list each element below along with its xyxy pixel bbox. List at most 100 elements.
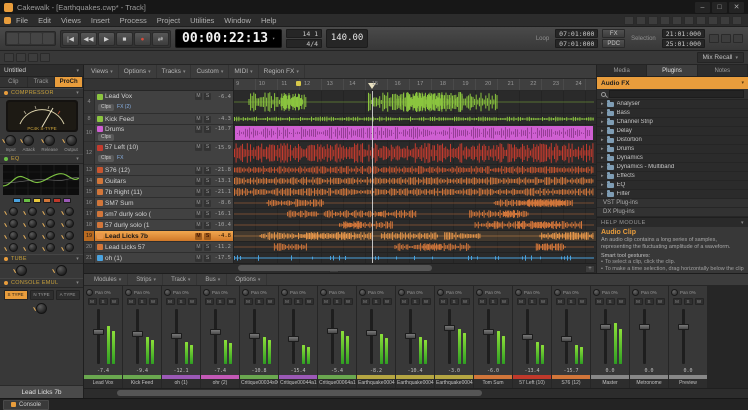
toolbar-icon[interactable] <box>28 53 38 62</box>
trackview-menu-options[interactable]: Options▾ <box>119 65 157 78</box>
strip-solo-button[interactable]: S <box>216 298 225 305</box>
mixer-strip-metronome[interactable]: Pan 0%MSW0.0Metronome <box>630 286 669 388</box>
strip-write-button[interactable]: W <box>422 298 431 305</box>
strip-write-button[interactable]: W <box>227 298 236 305</box>
strip-mute-button[interactable]: M <box>361 298 370 305</box>
track-header-lead-licks-7b[interactable]: 19Lead Licks 7bMS-4.8 <box>84 231 233 242</box>
fader-handle[interactable] <box>171 333 182 339</box>
track-lane-guitars[interactable] <box>234 176 596 187</box>
time-ruler[interactable]: 9101112131415161718192021222324 <box>234 79 596 91</box>
pan-knob[interactable] <box>320 289 327 296</box>
mix-recall-selector[interactable]: Mix Recall ▾ <box>697 52 745 63</box>
solo-button[interactable]: S <box>204 211 211 218</box>
strip-mute-button[interactable]: M <box>166 298 175 305</box>
strip-write-button[interactable]: W <box>149 298 158 305</box>
strip-write-button[interactable]: W <box>539 298 548 305</box>
fx-category-distortion[interactable]: ▸Distortion <box>597 136 748 145</box>
eq-knob[interactable] <box>46 219 55 228</box>
module-enable-led[interactable] <box>4 257 8 261</box>
fx-category-dynamics[interactable]: ▸Dynamics <box>597 154 748 163</box>
fader-handle[interactable] <box>132 331 143 337</box>
mixer-strip-critique00064a1z[interactable]: Pan 0%MSW-5.4Critique00064a1z <box>318 286 357 388</box>
track-lane-7b-right-11[interactable] <box>234 187 596 198</box>
console-type-button-a-type[interactable]: A TYPE <box>56 290 80 300</box>
strip-mute-button[interactable]: M <box>322 298 331 305</box>
strip-mute-button[interactable]: M <box>127 298 136 305</box>
mixer-strip-ohr-2[interactable]: Pan 0%MSW-7.4ohr (2) <box>201 286 240 388</box>
edit-tool-icon[interactable] <box>19 33 30 44</box>
fx-rack-label[interactable]: FX (2) <box>117 104 131 110</box>
strip-write-button[interactable]: W <box>188 298 197 305</box>
strip-mute-button[interactable]: M <box>400 298 409 305</box>
fader-handle[interactable] <box>249 333 260 339</box>
track-lane-sm7-durly-solo[interactable] <box>234 209 596 220</box>
mixer-strip-preview[interactable]: Pan 0%MSW0.0Preview <box>669 286 708 388</box>
meter-display[interactable]: 4/4 <box>286 39 322 48</box>
strip-write-button[interactable]: W <box>266 298 275 305</box>
strip-solo-button[interactable]: S <box>684 298 693 305</box>
zoom-in-button[interactable]: + <box>585 265 595 273</box>
fader-handle[interactable] <box>600 324 611 330</box>
search-input[interactable] <box>609 90 744 98</box>
pdc-button[interactable]: PDC <box>602 39 625 48</box>
plugin-layer-vst-plug-ins[interactable]: VST Plug-ins <box>597 199 748 208</box>
volume-fader[interactable] <box>357 307 395 366</box>
eq-knob[interactable] <box>65 219 74 228</box>
module-enable-led[interactable] <box>4 91 8 95</box>
stop-button[interactable]: ■ <box>116 32 133 46</box>
selection-start-time[interactable]: 21:01:000 <box>662 29 705 38</box>
help-module-header[interactable]: HELP MODULE ▾ <box>597 217 748 227</box>
inspector-header[interactable]: Untitled ▾ <box>0 65 83 77</box>
strip-solo-button[interactable]: S <box>567 298 576 305</box>
mixer-strip-earthquake00042s[interactable]: Pan 0%MSW-8.2Earthquake00042s <box>357 286 396 388</box>
tempo-display[interactable]: 140.00 <box>326 29 368 48</box>
eq-knob[interactable] <box>46 207 55 216</box>
knob-input[interactable] <box>5 135 16 146</box>
mute-button[interactable]: M <box>195 167 202 174</box>
menu-project[interactable]: Project <box>152 16 185 25</box>
fx-category-eq[interactable]: ▸EQ <box>597 181 748 190</box>
mute-button[interactable]: M <box>195 144 202 151</box>
strip-write-button[interactable]: W <box>617 298 626 305</box>
solo-button[interactable]: S <box>204 144 211 151</box>
menu-utilities[interactable]: Utilities <box>185 16 219 25</box>
plugin-layer-dx-plug-ins[interactable]: DX Plug-ins <box>597 208 748 217</box>
module-enable-led[interactable] <box>4 281 8 285</box>
eq-knob[interactable] <box>9 207 18 216</box>
volume-fader[interactable] <box>669 307 707 366</box>
strip-solo-button[interactable]: S <box>450 298 459 305</box>
fader-handle[interactable] <box>483 329 494 335</box>
menu-edit[interactable]: Edit <box>33 16 56 25</box>
browser-header[interactable]: Audio FX ▾ <box>597 77 748 89</box>
volume-fader[interactable] <box>279 307 317 366</box>
browser-tab-notes[interactable]: Notes <box>698 65 748 76</box>
pan-knob[interactable] <box>554 289 561 296</box>
mixer-strip-lead-vox[interactable]: Pan 0%MSW-7.4Lead Vox <box>84 286 123 388</box>
console-type-button-s-type[interactable]: S TYPE <box>4 290 28 300</box>
mute-button[interactable]: M <box>195 200 202 207</box>
pan-knob[interactable] <box>398 289 405 296</box>
strip-solo-button[interactable]: S <box>645 298 654 305</box>
fx-category-effects[interactable]: ▸Effects <box>597 172 748 181</box>
time-display[interactable]: 00:00:22:13 ▾ <box>175 29 282 48</box>
track-lane-57-left-10[interactable] <box>234 142 596 165</box>
mixer-strip-earthquake0004a4[interactable]: Pan 0%MSW-3.0Earthquake0004A4 <box>435 286 474 388</box>
browser-tab-plugins[interactable]: Plugins <box>647 65 697 76</box>
toolbar-icon[interactable] <box>624 16 634 25</box>
strip-write-button[interactable]: W <box>695 298 704 305</box>
module-enable-led[interactable] <box>4 157 8 161</box>
menu-help[interactable]: Help <box>256 16 281 25</box>
eq-band-button[interactable] <box>63 198 71 203</box>
toolbar-icon[interactable] <box>672 16 682 25</box>
volume-fader[interactable] <box>201 307 239 366</box>
eq-band-button[interactable] <box>13 198 21 203</box>
track-lane-oh-1[interactable] <box>234 253 596 263</box>
strip-solo-button[interactable]: S <box>372 298 381 305</box>
fader-handle[interactable] <box>561 336 572 342</box>
loop-end-time[interactable]: 07:01:000 <box>555 39 598 48</box>
track-lane-drums[interactable] <box>234 125 596 142</box>
menu-file[interactable]: File <box>11 16 33 25</box>
toolbar-icon[interactable] <box>648 16 658 25</box>
console-scrollbar[interactable] <box>84 388 748 398</box>
volume-fader[interactable] <box>552 307 590 366</box>
